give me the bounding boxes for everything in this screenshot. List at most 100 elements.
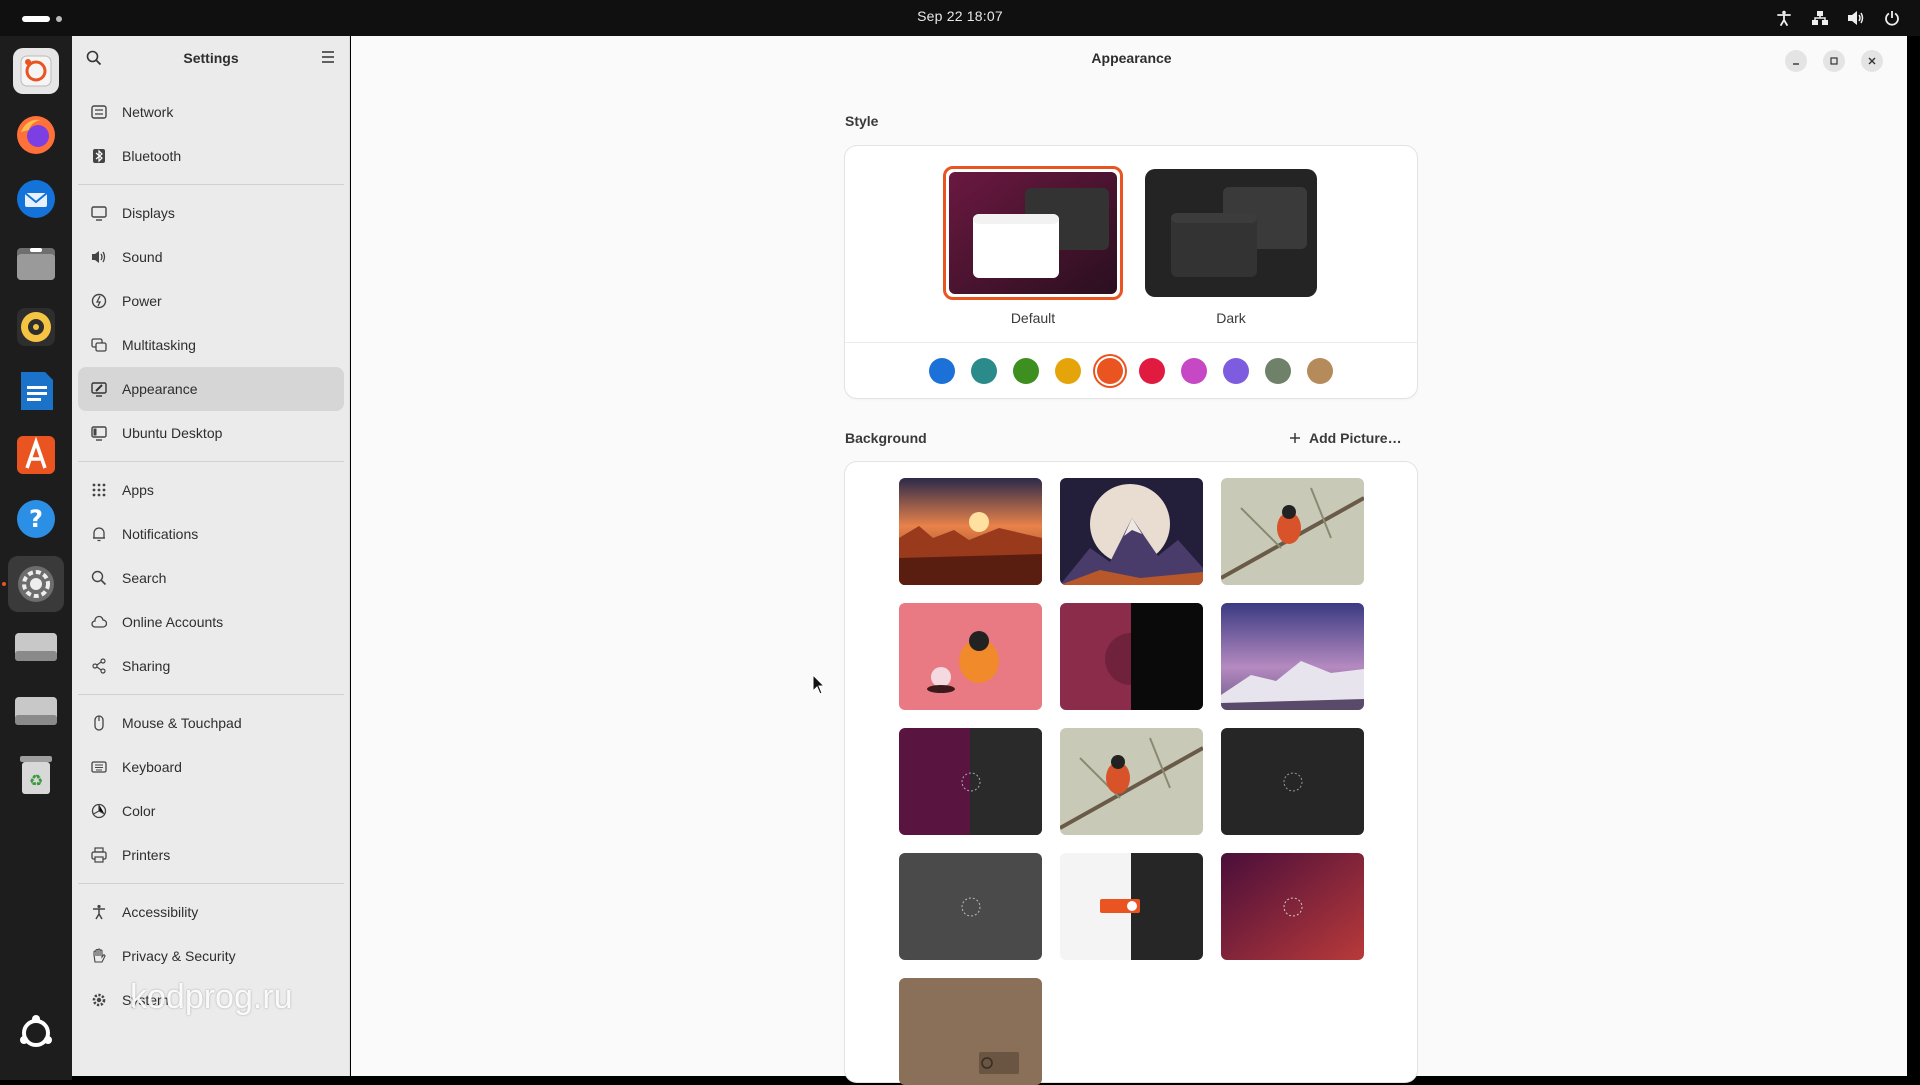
sidebar-item-apps[interactable]: Apps	[78, 468, 344, 512]
accessibility-icon[interactable]	[1774, 8, 1794, 28]
sidebar-item-mouse-touchpad[interactable]: Mouse & Touchpad	[78, 701, 344, 745]
accent-color-swatch[interactable]	[1265, 358, 1291, 384]
clock[interactable]: Sep 22 18:07	[0, 8, 1920, 24]
wallpaper-thumbnail[interactable]	[1060, 853, 1203, 960]
settings-nav: Network Bluetooth Displays Sound Power M…	[78, 90, 344, 1022]
rhythmbox-icon[interactable]	[13, 304, 59, 350]
power-icon[interactable]	[1882, 8, 1902, 28]
sidebar-item-keyboard[interactable]: Keyboard	[78, 745, 344, 789]
add-picture-label: Add Picture…	[1309, 430, 1402, 446]
accent-color-swatch[interactable]	[1097, 358, 1123, 384]
appearance-icon	[90, 380, 108, 398]
accent-color-swatch[interactable]	[1223, 358, 1249, 384]
wallpaper-thumbnail[interactable]	[1221, 478, 1364, 585]
sidebar-item-search[interactable]: Search	[78, 556, 344, 600]
hamburger-menu-icon[interactable]	[321, 50, 335, 69]
sidebar-item-color[interactable]: Color	[78, 789, 344, 833]
running-indicator	[2, 582, 6, 586]
appearance-page: Appearance Style Default Dark Background…	[351, 36, 1907, 1085]
close-icon[interactable]	[1861, 50, 1883, 72]
sidebar-item-label: Search	[122, 570, 167, 586]
style-default-option[interactable]	[943, 166, 1123, 300]
cloud-icon	[90, 613, 108, 631]
divider	[845, 342, 1417, 343]
sidebar-header: Settings	[72, 36, 349, 80]
wallpaper-thumbnail[interactable]	[1221, 728, 1364, 835]
show-apps-icon[interactable]	[13, 1010, 59, 1056]
files-icon[interactable]	[13, 240, 59, 286]
sidebar-item-appearance[interactable]: Appearance	[78, 367, 344, 411]
wallpaper-thumbnail[interactable]	[1221, 603, 1364, 710]
sidebar-item-notifications[interactable]: Notifications	[78, 512, 344, 556]
accent-color-swatch[interactable]	[1307, 358, 1333, 384]
sidebar-item-multitasking[interactable]: Multitasking	[78, 323, 344, 367]
system-tray[interactable]	[1774, 8, 1902, 28]
sidebar-item-label: Network	[122, 104, 174, 120]
network-icon[interactable]	[1810, 8, 1830, 28]
sidebar-item-label: Mouse & Touchpad	[122, 715, 242, 731]
accent-color-swatch[interactable]	[971, 358, 997, 384]
hand-icon	[90, 947, 108, 965]
sidebar-item-printers[interactable]: Printers	[78, 833, 344, 877]
accent-color-swatch[interactable]	[1013, 358, 1039, 384]
plus-icon	[1290, 433, 1300, 443]
sidebar-item-label: Sharing	[122, 658, 171, 674]
sidebar-item-accessibility[interactable]: Accessibility	[78, 890, 344, 934]
drive-icon[interactable]	[13, 688, 59, 734]
background-gallery	[845, 462, 1417, 1085]
thunderbird-icon[interactable]	[13, 176, 59, 222]
wallpaper-thumbnail[interactable]	[1060, 728, 1203, 835]
drive-icon[interactable]	[13, 624, 59, 670]
style-dark-option[interactable]	[1145, 169, 1317, 297]
sidebar-item-privacy-security[interactable]: Privacy & Security	[78, 934, 344, 978]
help-icon[interactable]: ?	[13, 496, 59, 542]
style-card: Default Dark	[845, 146, 1417, 398]
default-style-preview	[949, 172, 1117, 294]
maximize-icon[interactable]	[1823, 50, 1845, 72]
wallpaper-thumbnail[interactable]	[899, 853, 1042, 960]
sidebar-item-power[interactable]: Power	[78, 279, 344, 323]
sidebar-title: Settings	[183, 50, 239, 66]
sidebar-item-label: Keyboard	[122, 759, 182, 775]
accent-color-swatch[interactable]	[929, 358, 955, 384]
sidebar-item-label: Power	[122, 293, 162, 309]
wallpaper-thumbnail[interactable]	[899, 478, 1042, 585]
wallpaper-thumbnail[interactable]	[1060, 478, 1203, 585]
firefox-icon[interactable]	[13, 112, 59, 158]
wallpaper-thumbnail[interactable]	[899, 728, 1042, 835]
settings-icon[interactable]	[8, 556, 64, 612]
network-icon	[90, 103, 108, 121]
svg-text:♻: ♻	[29, 771, 43, 790]
wallpaper-thumbnail[interactable]	[1060, 603, 1203, 710]
app-center-icon[interactable]	[13, 48, 59, 94]
svg-text:?: ?	[29, 505, 43, 533]
app-center-store-icon[interactable]	[13, 432, 59, 478]
volume-icon[interactable]	[1846, 8, 1866, 28]
add-picture-button[interactable]: Add Picture…	[1289, 430, 1402, 446]
accent-color-swatch[interactable]	[1055, 358, 1081, 384]
sidebar-item-displays[interactable]: Displays	[78, 191, 344, 235]
minimize-icon[interactable]	[1785, 50, 1807, 72]
wallpaper-thumbnail[interactable]	[899, 603, 1042, 710]
search-icon	[90, 569, 108, 587]
divider	[78, 694, 344, 695]
wallpaper-thumbnail[interactable]	[899, 978, 1042, 1085]
sidebar-item-online-accounts[interactable]: Online Accounts	[78, 600, 344, 644]
sidebar-item-sharing[interactable]: Sharing	[78, 644, 344, 688]
sidebar-item-label: Ubuntu Desktop	[122, 425, 223, 441]
watermark-text: kodprog.ru	[130, 978, 293, 1016]
sidebar-item-label: Accessibility	[122, 904, 199, 920]
sidebar-item-sound[interactable]: Sound	[78, 235, 344, 279]
ubuntu-desktop-icon	[90, 424, 108, 442]
writer-icon[interactable]	[13, 368, 59, 414]
color-icon	[90, 802, 108, 820]
top-bar: Sep 22 18:07	[0, 0, 1920, 36]
sidebar-item-ubuntu-desktop[interactable]: Ubuntu Desktop	[78, 411, 344, 455]
wallpaper-thumbnail[interactable]	[1221, 853, 1364, 960]
sidebar-item-label: Online Accounts	[122, 614, 224, 630]
accent-color-swatch[interactable]	[1181, 358, 1207, 384]
sidebar-item-network[interactable]: Network	[78, 90, 344, 134]
sidebar-item-bluetooth[interactable]: Bluetooth	[78, 134, 344, 178]
accent-color-swatch[interactable]	[1139, 358, 1165, 384]
trash-icon[interactable]: ♻	[13, 752, 59, 798]
